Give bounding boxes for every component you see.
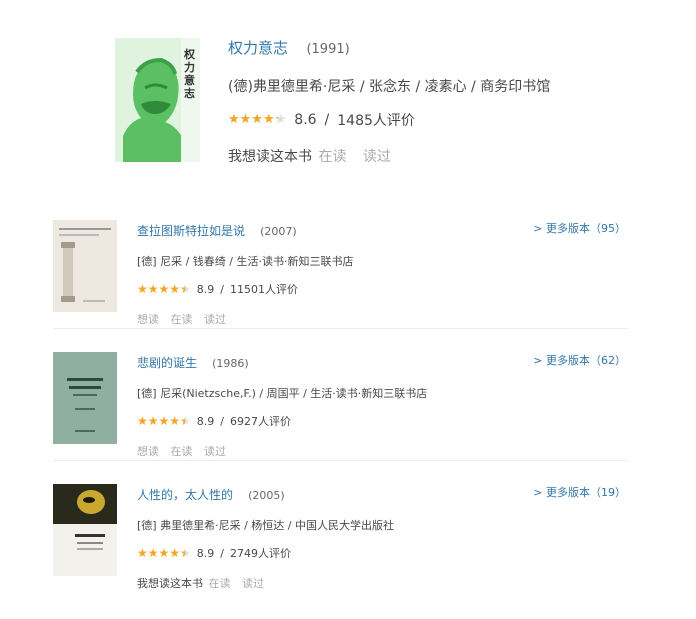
list-item: 悲剧的诞生 (1986) > 更多版本（62） [德] 尼采(Nietzsche… [53, 342, 628, 461]
reading-button[interactable]: 在读 [209, 577, 231, 590]
read-button[interactable]: 读过 [204, 313, 226, 326]
book-year: (1986) [212, 357, 249, 370]
rating-stars-icon: ★★★★★★★★★★ [137, 546, 191, 560]
rating-score: 8.9 [196, 414, 215, 428]
cover-2-image [53, 352, 117, 444]
want-to-read-button[interactable]: 想读 [137, 313, 159, 326]
ratings-count: 6927人评价 [230, 415, 292, 428]
book-list: 查拉图斯特拉如是说 (2007) > 更多版本（95） [德] 尼采 / 钱春绮… [53, 210, 628, 605]
cover-1-image [53, 220, 117, 312]
cover-3-image [53, 484, 117, 576]
book-actions: 我想读这本书 在读 读过 [137, 575, 628, 591]
book-title-link[interactable]: 人性的，太人性的 [137, 488, 233, 502]
separator: / [220, 414, 225, 428]
read-button[interactable]: 读过 [242, 577, 264, 590]
list-item: 查拉图斯特拉如是说 (2007) > 更多版本（95） [德] 尼采 / 钱春绮… [53, 210, 628, 329]
reading-button[interactable]: 在读 [318, 149, 346, 165]
book-rating: ★★★★★★★★★★ 8.9 / 6927人评价 [137, 413, 628, 429]
featured-year: (1991) [306, 42, 350, 57]
list-item: 人性的，太人性的 (2005) > 更多版本（19） [德] 弗里德里希·尼采 … [53, 474, 628, 592]
ratings-count: 2749人评价 [230, 547, 292, 560]
book-meta: [德] 弗里德里希·尼采 / 杨恒达 / 中国人民大学出版社 [137, 519, 394, 532]
separator: / [220, 282, 225, 296]
featured-rating: ★★★★★★★★★★ 8.6 / 1485人评价 [228, 110, 550, 130]
separator: / [324, 112, 330, 128]
featured-ratings-count: 1485人评价 [337, 113, 415, 129]
featured-book: 权力意志 权力意志 (1991) (德)弗里德里希·尼采 / 张念东 / 凌素心… [115, 38, 635, 168]
more-editions-link[interactable]: > 更多版本（62） [533, 352, 626, 368]
book-cover-image[interactable] [53, 484, 117, 576]
featured-title-link[interactable]: 权力意志 [228, 39, 288, 57]
book-meta: [德] 尼采(Nietzsche,F.) / 周国平 / 生活·读书·新知三联书… [137, 387, 428, 400]
rating-stars-icon: ★★★★★★★★★★ [137, 282, 191, 296]
featured-info: 权力意志 (1991) (德)弗里德里希·尼采 / 张念东 / 凌素心 / 商务… [228, 38, 550, 166]
want-to-read-button[interactable]: 我想读这本书 [228, 149, 312, 165]
book-year: (2007) [260, 225, 297, 238]
featured-actions: 我想读这本书 在读 读过 [228, 146, 550, 166]
reading-button[interactable]: 在读 [171, 445, 193, 458]
ratings-count: 11501人评价 [230, 283, 299, 296]
book-title-link[interactable]: 悲剧的诞生 [137, 356, 197, 370]
book-title-link[interactable]: 查拉图斯特拉如是说 [137, 224, 245, 238]
book-meta: [德] 尼采 / 钱春绮 / 生活·读书·新知三联书店 [137, 255, 354, 268]
featured-rating-score: 8.6 [294, 112, 317, 128]
read-button[interactable]: 读过 [204, 445, 226, 458]
book-actions: 想读 在读 读过 [137, 443, 628, 459]
rating-score: 8.9 [196, 282, 215, 296]
book-rating: ★★★★★★★★★★ 8.9 / 11501人评价 [137, 281, 628, 297]
featured-meta: (德)弗里德里希·尼采 / 张念东 / 凌素心 / 商务印书馆 [228, 79, 551, 95]
more-editions-link[interactable]: > 更多版本（19） [533, 484, 626, 500]
book-cover-image[interactable] [53, 220, 117, 312]
rating-stars-icon: ★★★★★★★★★★ [137, 414, 191, 428]
book-year: (2005) [248, 489, 285, 502]
want-to-read-button[interactable]: 想读 [137, 445, 159, 458]
book-actions: 想读 在读 读过 [137, 311, 628, 327]
read-button[interactable]: 读过 [363, 149, 391, 165]
book-rating: ★★★★★★★★★★ 8.9 / 2749人评价 [137, 545, 628, 561]
featured-cover-image[interactable]: 权力意志 [115, 38, 200, 162]
more-editions-link[interactable]: > 更多版本（95） [533, 220, 626, 236]
reading-button[interactable]: 在读 [171, 313, 193, 326]
want-to-read-button[interactable]: 我想读这本书 [137, 577, 203, 590]
book-cover-image[interactable] [53, 352, 117, 444]
rating-score: 8.9 [196, 546, 215, 560]
cover-title-text: 权力意志 [184, 48, 195, 100]
rating-stars-icon: ★★★★★★★★★★ [228, 112, 287, 127]
separator: / [220, 546, 225, 560]
